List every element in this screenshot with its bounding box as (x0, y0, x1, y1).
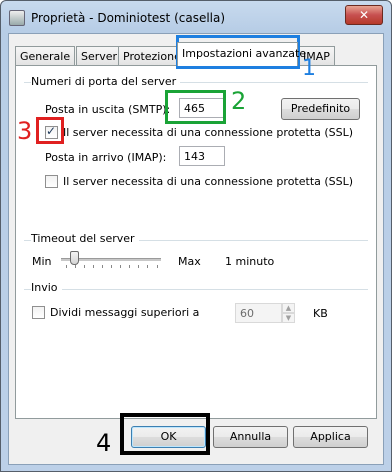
slider-tick (65, 265, 67, 268)
annotation-number-3: 3 (17, 117, 33, 145)
smtp-port-label: Posta in uscita (SMTP): (45, 103, 171, 116)
spin-down-button[interactable]: ▼ (282, 313, 295, 323)
cancel-button[interactable]: Annulla (213, 426, 288, 448)
arrow-down-icon: ▼ (285, 314, 292, 322)
apply-button[interactable]: Applica (293, 426, 368, 448)
slider-tick (92, 265, 94, 268)
imap-port-label: Posta in arrivo (IMAP): (45, 151, 167, 164)
mail-account-icon (9, 10, 25, 26)
slider-tick (147, 265, 149, 268)
spin-up-button[interactable]: ▲ (282, 303, 295, 313)
title-bar[interactable]: Proprietà - Dominiotest (casella) ✕ (1, 1, 391, 33)
advanced-settings-panel: Numeri di porta del server Posta in usci… (15, 65, 377, 419)
tab-protezione[interactable]: Protezione (118, 46, 186, 65)
tab-server[interactable]: Server (76, 46, 123, 65)
slider-tick (120, 265, 122, 268)
slider-tick (156, 265, 158, 268)
window-title: Proprietà - Dominiotest (casella) (31, 11, 226, 25)
close-button[interactable]: ✕ (345, 5, 383, 25)
imap-port-input[interactable] (179, 146, 225, 166)
imap-ssl-checkbox[interactable] (45, 175, 58, 188)
dialog-client: Generale Server Protezione Impostazioni … (8, 33, 384, 465)
imap-ssl-label: Il server necessita di una connessione p… (63, 175, 354, 188)
timeout-group-title: Timeout del server (31, 232, 139, 245)
slider-tick (138, 265, 140, 268)
arrow-up-icon: ▲ (285, 304, 292, 312)
port-group-title: Numeri di porta del server (31, 75, 181, 88)
timeout-value: 1 minuto (225, 255, 275, 268)
split-size-input[interactable] (235, 303, 282, 323)
split-messages-label: Dividi messaggi superiori a (50, 306, 200, 319)
slider-tick (111, 265, 112, 268)
smtp-ssl-checkbox[interactable] (45, 124, 58, 139)
tab-impostazioni-avanzate[interactable]: Impostazioni avanzate (177, 42, 306, 66)
smtp-port-input[interactable] (179, 98, 225, 118)
size-unit-label: KB (313, 307, 328, 320)
slider-thumb[interactable] (70, 251, 80, 265)
annotation-number-4: 4 (96, 429, 112, 457)
annotation-number-1: 1 (302, 56, 316, 81)
slider-tick (101, 265, 103, 268)
split-size-spinner[interactable]: ▲ ▼ (282, 303, 295, 323)
timeout-max-label: Max (178, 255, 201, 268)
ok-button[interactable]: OK (131, 426, 206, 448)
slider-tick (83, 265, 85, 268)
slider-tick (129, 265, 131, 268)
group-divider (24, 289, 368, 290)
tab-generale[interactable]: Generale (15, 46, 76, 65)
close-icon: ✕ (358, 8, 370, 22)
timeout-min-label: Min (32, 255, 52, 268)
properties-dialog: Proprietà - Dominiotest (casella) ✕ Gene… (0, 0, 392, 472)
split-messages-checkbox[interactable] (32, 306, 45, 319)
timeout-slider[interactable] (61, 251, 161, 268)
default-button[interactable]: Predefinito (281, 98, 360, 120)
smtp-ssl-label: Il server necessita di una connessione p… (63, 126, 354, 139)
send-group-title: Invio (31, 281, 62, 294)
annotation-number-2: 2 (231, 87, 247, 115)
slider-tick (74, 265, 76, 268)
